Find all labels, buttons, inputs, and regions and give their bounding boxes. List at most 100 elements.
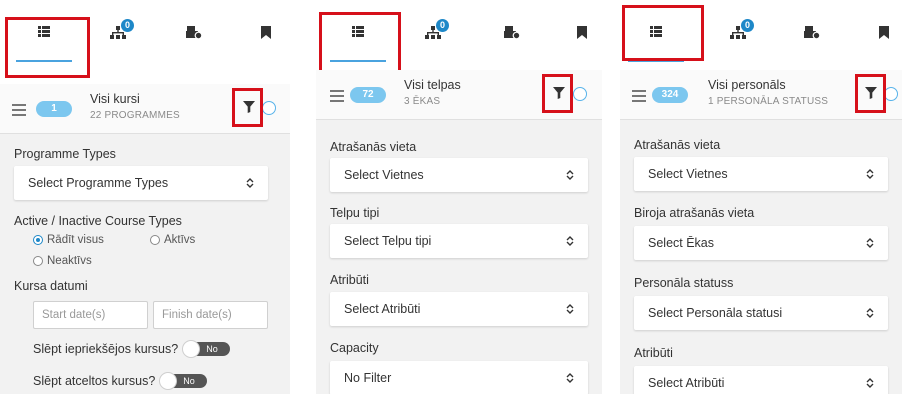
staff-status-select[interactable]: Select Personāla statusi xyxy=(634,296,888,330)
field-label: Biroja atrašanās vieta xyxy=(634,206,755,220)
attributes-select[interactable]: Select Atribūti xyxy=(330,292,588,326)
tab-list[interactable] xyxy=(330,26,386,66)
tab-bookmarks[interactable] xyxy=(562,26,602,66)
bookmark-icon xyxy=(577,26,587,39)
select-value: No Filter xyxy=(344,371,392,385)
radio-dot xyxy=(33,235,43,245)
start-date-field[interactable]: Start date(s) xyxy=(33,301,148,329)
bookmark-icon xyxy=(879,26,889,39)
field-label: Atrašanās vieta xyxy=(634,138,721,152)
field-label: Telpu tipi xyxy=(330,206,380,220)
caret-updown-icon xyxy=(246,178,254,188)
radio-dot xyxy=(33,256,43,266)
field-label: Personāla statuss xyxy=(634,276,734,290)
caret-updown-icon xyxy=(866,238,874,248)
select-value: Select Personāla statusi xyxy=(648,306,783,320)
tab-buildings[interactable] xyxy=(792,26,832,66)
hide-cancelled-toggle[interactable]: No xyxy=(159,372,208,390)
count-pill: 324 xyxy=(652,87,688,103)
radio-active[interactable]: Aktīvs xyxy=(150,234,195,246)
count-pill: 72 xyxy=(350,87,386,103)
radio-inactive[interactable]: Neaktīvs xyxy=(33,255,92,267)
caret-updown-icon xyxy=(866,169,874,179)
hamburger-icon[interactable] xyxy=(12,104,26,116)
tab-badge: 0 xyxy=(741,19,754,32)
panel-header: 72 Visi telpas 3 ĒKAS xyxy=(316,70,602,120)
count-pill: 1 xyxy=(36,101,72,117)
select-value: Select Vietnes xyxy=(344,168,424,182)
panel-title: Visi kursi xyxy=(90,92,140,106)
radio-show-all[interactable]: Rādīt visus xyxy=(33,234,104,246)
tab-list[interactable] xyxy=(16,26,72,66)
rooms-panel: 0 72 Visi telpas 3 ĒKAS Atrašanās vieta … xyxy=(316,0,602,394)
toggle-knob xyxy=(159,372,178,390)
hide-previous-row: Slēpt iepriekšējos kursus? No xyxy=(33,340,231,358)
caret-updown-icon xyxy=(566,170,574,180)
toggle-label: No xyxy=(206,344,218,354)
panel-header: 1 Visi kursi 22 PROGRAMMES xyxy=(0,84,290,134)
tab-bookmarks[interactable] xyxy=(246,26,286,66)
tab-hierarchy[interactable]: 0 xyxy=(98,19,138,66)
radio-label: Rādīt visus xyxy=(47,234,104,246)
courses-panel: 0 1 Visi kursi 22 PROGRAMMES Programme T… xyxy=(0,0,290,394)
filter-icon[interactable] xyxy=(243,101,255,113)
tab-bookmarks[interactable] xyxy=(864,26,902,66)
panel-subtitle: 22 PROGRAMMES xyxy=(90,110,180,121)
hamburger-icon[interactable] xyxy=(330,90,344,102)
panel-title: Visi personāls xyxy=(708,78,786,92)
hide-cancelled-label: Slēpt atceltos kursus? xyxy=(33,374,156,388)
caret-updown-icon xyxy=(866,308,874,318)
tab-buildings[interactable] xyxy=(174,26,214,66)
toggle-label: No xyxy=(183,376,195,386)
field-label: Atribūti xyxy=(330,273,369,287)
programme-types-select[interactable]: Select Programme Types xyxy=(14,166,268,200)
radio-label: Neaktīvs xyxy=(47,255,92,267)
tab-bar: 0 xyxy=(316,0,602,66)
toggle-circle[interactable] xyxy=(884,87,898,101)
location-select[interactable]: Select Vietnes xyxy=(330,158,588,192)
select-value: Select Ēkas xyxy=(648,236,715,250)
filter-body: 324 Visi personāls 1 PERSONĀLA STATUSS A… xyxy=(620,70,902,394)
field-label: Capacity xyxy=(330,341,379,355)
list-icon xyxy=(352,26,364,37)
tab-list[interactable] xyxy=(628,26,684,66)
tab-hierarchy[interactable]: 0 xyxy=(718,19,758,66)
building-settings-icon xyxy=(186,26,202,39)
panel-title: Visi telpas xyxy=(404,78,461,92)
hide-previous-toggle[interactable]: No xyxy=(182,340,231,358)
filter-body: 72 Visi telpas 3 ĒKAS Atrašanās vieta Se… xyxy=(316,70,602,394)
radio-label: Aktīvs xyxy=(164,234,196,246)
caret-updown-icon xyxy=(866,378,874,388)
caret-updown-icon xyxy=(566,304,574,314)
caret-updown-icon xyxy=(566,373,574,383)
building-settings-icon xyxy=(504,26,520,39)
tab-bar: 0 xyxy=(0,0,290,66)
office-location-select[interactable]: Select Ēkas xyxy=(634,226,888,260)
finish-date-field[interactable]: Finish date(s) xyxy=(153,301,268,329)
room-types-select[interactable]: Select Telpu tipi xyxy=(330,224,588,258)
toggle-circle[interactable] xyxy=(262,101,276,115)
radio-dot xyxy=(150,235,160,245)
field-label: Atribūti xyxy=(634,346,673,360)
hamburger-icon[interactable] xyxy=(632,90,646,102)
course-types-label: Active / Inactive Course Types xyxy=(14,214,182,228)
hide-cancelled-row: Slēpt atceltos kursus? No xyxy=(33,372,208,390)
filter-icon[interactable] xyxy=(553,87,565,99)
attributes-select[interactable]: Select Atribūti xyxy=(634,366,888,394)
tab-bar: 0 xyxy=(620,0,902,66)
tab-hierarchy[interactable]: 0 xyxy=(413,19,453,66)
tab-badge: 0 xyxy=(121,19,134,32)
location-select[interactable]: Select Vietnes xyxy=(634,157,888,191)
toggle-circle[interactable] xyxy=(573,87,587,101)
tab-buildings[interactable] xyxy=(492,26,532,66)
list-icon xyxy=(650,26,662,37)
staff-panel: 0 324 Visi personāls 1 PERSONĀLA STATUSS… xyxy=(620,0,902,394)
programme-types-label: Programme Types xyxy=(14,147,116,161)
panel-header: 324 Visi personāls 1 PERSONĀLA STATUSS xyxy=(620,70,902,120)
field-label: Atrašanās vieta xyxy=(330,140,417,154)
filter-icon[interactable] xyxy=(865,87,877,99)
capacity-select[interactable]: No Filter xyxy=(330,361,588,394)
select-value: Select Telpu tipi xyxy=(344,234,432,248)
panel-subtitle: 3 ĒKAS xyxy=(404,96,441,107)
list-icon xyxy=(38,26,50,37)
